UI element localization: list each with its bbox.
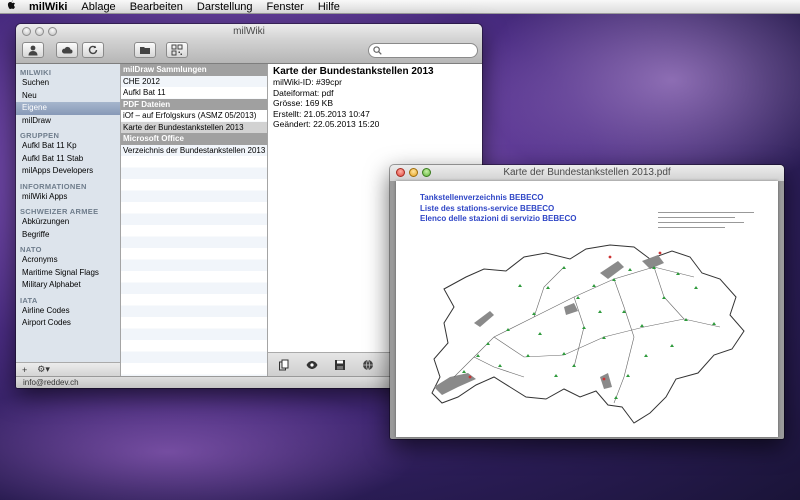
pdf-preview-window: Karte der Bundestankstellen 2013.pdf Tan… [390,165,784,439]
minimize-button[interactable] [409,168,418,177]
minimize-button[interactable] [35,27,44,36]
sidebar-header: SCHWEIZER ARMEE [20,207,99,216]
user-button[interactable] [22,42,44,58]
sidebar-item-begriffe[interactable]: Begriffe [16,229,120,242]
menu-hilfe[interactable]: Hilfe [311,1,347,13]
sidebar-item-abkuerzungen[interactable]: Abkürzungen [16,216,120,229]
close-button[interactable] [22,27,31,36]
cloud-button[interactable] [56,42,78,58]
sidebar-item-airport-codes[interactable]: Airport Codes [16,317,120,330]
menu-app-name[interactable]: milWiki [22,1,74,13]
document-list: milDraw Sammlungen CHE 2012 Aufkl Bat 11… [121,64,268,376]
window-controls [22,27,57,36]
sidebar-item-maritime-signal-flags[interactable]: Maritime Signal Flags [16,267,120,280]
qr-code-button[interactable] [166,42,188,58]
window-title: milWiki [233,26,265,37]
toolbar [16,40,482,64]
sidebar-footer: + ⚙▾ [16,362,120,376]
pdf-page: Tankstellenverzeichnis BEBECO Liste des … [396,181,778,437]
gear-menu-button[interactable]: ⚙▾ [37,364,50,375]
zoom-button[interactable] [48,27,57,36]
list-group-header: PDF Dateien [121,98,267,110]
sidebar-item-milapps-developers[interactable]: milApps Developers [16,165,120,178]
pdf-heading-de: Tankstellenverzeichnis BEBECO [420,193,544,202]
globe-icon[interactable] [362,359,374,371]
sidebar-item-military-alphabet[interactable]: Military Alphabet [16,279,120,292]
menu-bearbeiten[interactable]: Bearbeiten [123,1,190,13]
pdf-window-controls [396,168,431,177]
search-field[interactable] [368,43,478,58]
detail-id: milWiki-ID: #39cpr [273,77,342,87]
close-button[interactable] [396,168,405,177]
sidebar-item-neu[interactable]: Neu [16,90,120,103]
sidebar-item-acronyms[interactable]: Acronyms [16,254,120,267]
list-item[interactable]: CHE 2012 [121,76,267,88]
switzerland-map [431,244,745,424]
list-item[interactable]: iOf – auf Erfolgskurs (ASMZ 05/2013) [121,110,267,122]
detail-format: Dateiformat: pdf [273,87,334,98]
menu-bar: milWiki Ablage Bearbeiten Darstellung Fe… [0,0,800,14]
sidebar-item-aufkl-bat-11-kp[interactable]: Aufkl Bat 11 Kp [16,140,120,153]
sidebar-item-milwiki-apps[interactable]: milWiki Apps [16,191,120,204]
zoom-button[interactable] [422,168,431,177]
window-titlebar[interactable]: milWiki [16,24,482,40]
eye-icon[interactable] [306,359,318,371]
sidebar-item-suchen[interactable]: Suchen [16,77,120,90]
menu-darstellung[interactable]: Darstellung [190,1,260,13]
list-group-header: milDraw Sammlungen [121,64,267,76]
sidebar-header: GRUPPEN [20,131,60,140]
search-icon [373,46,382,55]
detail-size: Grösse: 169 KB [273,98,334,108]
pdf-legend-note [658,209,754,228]
desktop-glow [0,380,420,500]
refresh-icon [88,45,98,55]
detail-modified: Geändert: 22.05.2013 15:20 [273,119,380,129]
folder-button[interactable] [134,42,156,58]
save-icon[interactable] [334,359,346,371]
sidebar-item-airline-codes[interactable]: Airline Codes [16,305,120,318]
list-item[interactable]: Verzeichnis der Bundestankstellen 2013 [121,145,267,157]
list-item[interactable]: Aufkl Bat 11 [121,87,267,99]
menu-fenster[interactable]: Fenster [260,1,311,13]
list-item-selected[interactable]: Karte der Bundestankstellen 2013 [121,121,267,133]
list-group-header: Microsoft Office [121,133,267,145]
country-outline [431,244,745,424]
sidebar-header: INFORMATIONEN [20,181,87,191]
sidebar-item-mildraw[interactable]: milDraw [16,115,120,128]
pdf-window-title: Karte der Bundestankstellen 2013.pdf [503,167,671,178]
folder-icon [140,47,150,54]
sidebar-header: MILWIKI [20,68,52,77]
qr-code-icon [171,44,183,56]
pdf-window-titlebar[interactable]: Karte der Bundestankstellen 2013.pdf [390,165,784,181]
detail-title: Karte der Bundestankstellen 2013 [273,66,434,77]
sidebar-item-eigene[interactable]: Eigene [16,102,120,115]
user-icon [28,45,38,56]
refresh-button[interactable] [82,42,104,58]
sidebar: MILWIKI Suchen Neu Eigene milDraw GRUPPE… [16,64,121,376]
search-input[interactable] [385,45,475,56]
sidebar-header: NATO [20,245,42,254]
detail-created: Erstellt: 21.05.2013 10:47 [273,108,370,119]
copy-icon[interactable] [278,359,290,371]
apple-menu-icon[interactable] [0,0,22,13]
add-button[interactable]: + [22,365,27,375]
sidebar-item-aufkl-bat-11-stab[interactable]: Aufkl Bat 11 Stab [16,153,120,166]
sidebar-header: IATA [20,295,38,305]
menu-ablage[interactable]: Ablage [74,1,122,13]
cloud-icon [61,46,73,54]
